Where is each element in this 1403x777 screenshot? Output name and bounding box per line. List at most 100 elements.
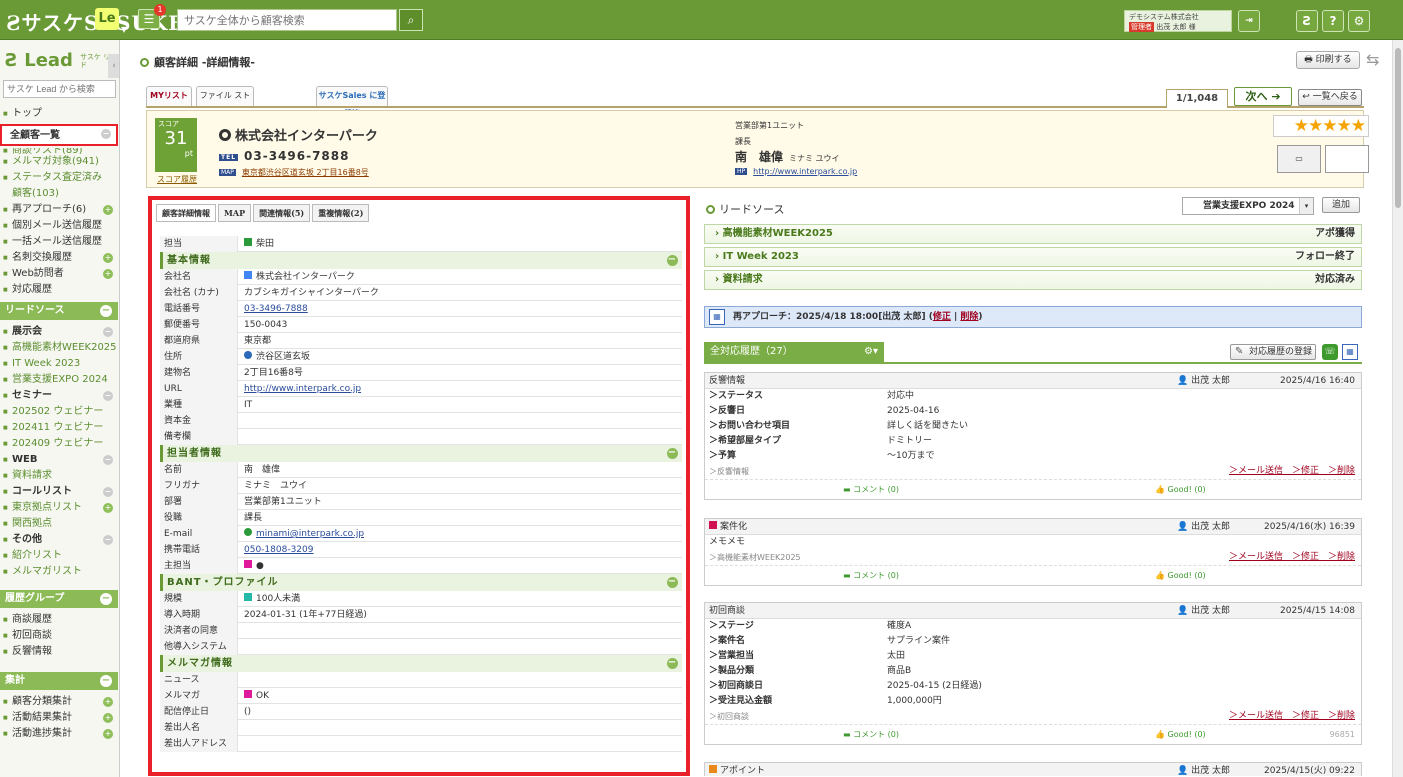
business-card-icon[interactable]: ▭ [1277, 145, 1321, 173]
minus-icon[interactable]: − [667, 255, 678, 266]
sidebar-item[interactable]: 再アプローチ(6) + [0, 202, 118, 218]
card-actions[interactable]: ＞メール送信 ＞修正 ＞削除 [1229, 464, 1355, 479]
plus-icon[interactable]: + [103, 729, 113, 739]
scrollbar-thumb[interactable] [1395, 48, 1401, 208]
sidebar-item[interactable]: 一括メール送信履歴 [0, 234, 118, 250]
plus-icon[interactable]: + [103, 503, 113, 513]
help-button[interactable]: ? [1322, 10, 1344, 32]
comment-button[interactable]: ▬ コメント (0) [843, 725, 899, 745]
sidebar-item[interactable]: メルマガリスト [0, 564, 118, 580]
sidebar-item[interactable]: 高機能素材WEEK2025 [0, 340, 118, 356]
plus-icon[interactable]: + [103, 205, 113, 215]
contact-url[interactable]: HP http://www.interpark.co.jp [735, 167, 857, 176]
sidebar-section-aggregate[interactable]: 集計 − [0, 672, 118, 690]
sidebar-section-lead[interactable]: リードソース − [0, 302, 118, 320]
tab-related[interactable]: 関連情報(5) [253, 204, 311, 222]
comment-button[interactable]: ▬ コメント (0) [843, 480, 899, 500]
next-button[interactable]: 次へ ➔ [1234, 87, 1292, 106]
lead-source-select[interactable]: 営業支援EXPO 2024 ▾ [1182, 197, 1314, 215]
google-icon[interactable] [244, 271, 252, 279]
lead-row[interactable]: › 資料請求 対応済み [704, 270, 1362, 290]
card-actions[interactable]: ＞メール送信 ＞修正 ＞削除 [1229, 550, 1355, 565]
sidebar-item[interactable]: 東京拠点リスト + [0, 500, 118, 516]
lead-search-input[interactable] [3, 80, 116, 98]
sidebar-item[interactable]: 関西拠点 [0, 516, 118, 532]
minus-icon[interactable]: − [103, 391, 113, 401]
tab-all-history[interactable]: 全対応履歴（27） ⚙▾ [704, 342, 884, 362]
sidebar-item[interactable]: 活動結果集計 + [0, 710, 118, 726]
sidebar-item[interactable]: 営業支援EXPO 2024 [0, 372, 118, 388]
rating-stars[interactable]: ★★★★★ [1273, 115, 1369, 137]
good-button[interactable]: 👍 Good! (0) [1155, 566, 1206, 586]
minus-icon[interactable]: − [667, 577, 678, 588]
sidebar-item[interactable]: その他 − [0, 532, 118, 548]
sidebar-item[interactable]: 名刺交換履歴 + [0, 250, 118, 266]
good-button[interactable]: 👍 Good! (0) [1155, 725, 1206, 745]
logout-icon[interactable]: ⇥ [1238, 10, 1260, 32]
sidebar-item[interactable]: 個別メール送信履歴 [0, 218, 118, 234]
minus-icon[interactable]: − [101, 129, 111, 139]
search-icon[interactable]: ⌕ [399, 9, 423, 31]
register-history-button[interactable]: 対応履歴の登録 [1230, 344, 1316, 360]
sidebar-item[interactable]: 対応履歴 [0, 282, 118, 298]
global-search-input[interactable] [177, 9, 397, 31]
back-to-list-button[interactable]: ↩ 一覧へ戻る [1298, 89, 1362, 106]
minus-icon[interactable]: − [103, 327, 113, 337]
collapse-icon[interactable]: ‹ [108, 54, 119, 78]
minus-icon[interactable]: − [103, 487, 113, 497]
sidebar-item[interactable]: 顧客(103) [0, 186, 118, 202]
section-mail[interactable]: メルマガ情報 − [160, 655, 682, 672]
minus-icon[interactable]: − [100, 675, 112, 687]
minus-icon[interactable]: − [103, 535, 113, 545]
sidebar-item[interactable]: 展示会 − [0, 324, 118, 340]
comment-button[interactable]: ▬ コメント (0) [843, 566, 899, 586]
plus-icon[interactable]: + [103, 269, 113, 279]
map-pin-icon[interactable] [244, 351, 252, 359]
company-tel[interactable]: TEL 03-3496-7888 [219, 149, 349, 163]
sidebar-item[interactable]: 紹介リスト [0, 548, 118, 564]
business-card-back[interactable] [1325, 145, 1369, 173]
minus-icon[interactable]: − [667, 448, 678, 459]
reapproach-edit-link[interactable]: 修正 [933, 312, 951, 322]
gear-icon[interactable]: ⚙▾ [864, 342, 878, 362]
scrollbar[interactable] [1392, 40, 1403, 777]
tab-map[interactable]: MAP [218, 204, 252, 222]
score-history-link[interactable]: スコア履歴 [157, 174, 197, 185]
sidebar-item[interactable]: 202411 ウェビナー [0, 420, 118, 436]
lead-logo[interactable]: Ƨ Lead [5, 50, 73, 71]
sidebar-item[interactable]: ステータス査定済み [0, 170, 118, 186]
sidebar-item[interactable]: 初回商談 [0, 628, 118, 644]
plus-icon[interactable]: + [103, 713, 113, 723]
add-button[interactable]: 追加 [1322, 197, 1360, 213]
sidebar-item[interactable]: IT Week 2023 [0, 356, 118, 372]
url-link[interactable]: http://www.interpark.co.jp [244, 381, 361, 397]
sidebar-item-top[interactable]: トップ [0, 106, 118, 122]
lead-row[interactable]: › IT Week 2023 フォロー終了 [704, 247, 1362, 267]
phone-icon[interactable]: ☏ [1322, 344, 1338, 360]
tab-file-storage[interactable]: ファイル ストレージ [196, 86, 254, 118]
company-address[interactable]: MAP 東京都渋谷区道玄坂 2丁目16番8号 [219, 167, 369, 178]
sidebar-item[interactable]: 活動進捗集計 + [0, 726, 118, 742]
minus-icon[interactable]: − [100, 305, 112, 317]
print-button[interactable]: 🖶 印刷する [1296, 51, 1360, 69]
sidebar-item[interactable]: 商談履歴 [0, 612, 118, 628]
minus-icon[interactable]: − [667, 658, 678, 669]
section-basic[interactable]: 基本情報 − [160, 252, 682, 269]
refresh-icon[interactable]: ⇆ [1366, 50, 1379, 69]
sidebar-item[interactable]: 202409 ウェビナー [0, 436, 118, 452]
sidebar-item[interactable]: 202502 ウェビナー [0, 404, 118, 420]
email-link[interactable]: minami@interpark.co.jp [256, 529, 364, 539]
sidebar-item[interactable]: コールリスト − [0, 484, 118, 500]
card-actions[interactable]: ＞メール送信 ＞修正 ＞削除 [1229, 709, 1355, 724]
tab-my-list[interactable]: MYリスト [146, 86, 192, 106]
sidebar-item[interactable]: 顧客分類集計 + [0, 694, 118, 710]
sidebar-item-all-customers[interactable]: 全顧客一覧 − [0, 124, 118, 146]
section-bant[interactable]: BANT・プロファイル − [160, 574, 682, 591]
sidebar-item[interactable]: メルマガ対象(941) [0, 154, 118, 170]
sidebar-item[interactable]: Web訪問者 + [0, 266, 118, 282]
sidebar-item[interactable]: 資料請求 [0, 468, 118, 484]
minus-icon[interactable]: − [100, 593, 112, 605]
settings-icon[interactable]: ⚙ [1348, 10, 1370, 32]
sidebar-section-history[interactable]: 履歴グループ − [0, 590, 118, 608]
calendar-icon[interactable]: ▦ [1342, 344, 1358, 360]
